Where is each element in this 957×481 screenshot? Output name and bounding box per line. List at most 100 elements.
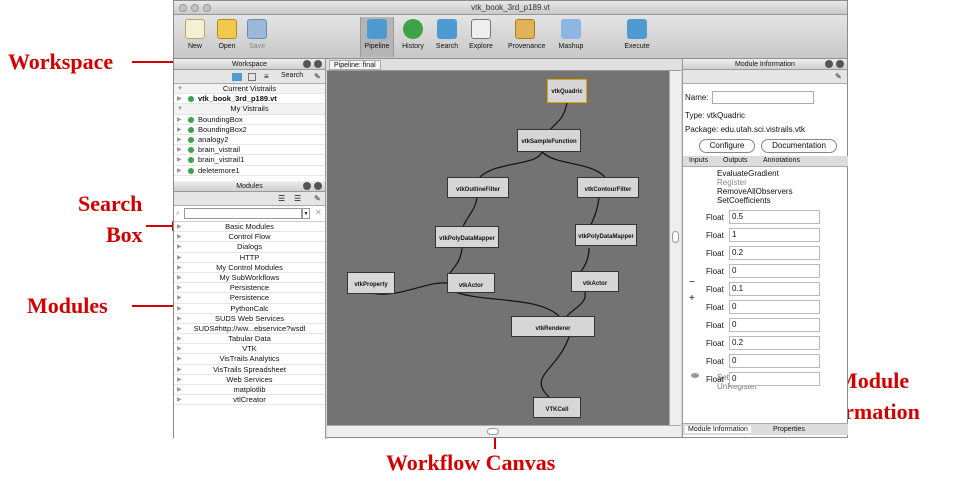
configure-button[interactable]: Configure [699,139,755,153]
canvas-horizontal-scrollbar[interactable] [327,425,681,437]
search-dropdown-icon[interactable]: ▼ [302,208,310,219]
module-package-item[interactable]: ▶ Tabular Data [174,334,325,345]
tab-inputs[interactable]: Inputs [689,157,708,164]
disclosure-triangle-icon[interactable]: ▼ [177,84,183,94]
node-vtkquadric[interactable]: vtkQuadric [547,79,587,103]
workflow-canvas[interactable]: vtkQuadric vtkSampleFunction vtkOutlineF… [327,71,669,425]
module-package-item[interactable]: ▶ Dialogs [174,242,325,253]
close-panel-icon[interactable] [836,60,844,68]
node-vtkcontourfilter[interactable]: vtkContourFilter [577,177,639,198]
float-panel-icon[interactable] [303,60,311,68]
workspace-item[interactable]: ▶ deletemore1 [174,166,325,176]
float-value-input[interactable]: 0 [729,300,820,314]
node-vtkoutlinefilter[interactable]: vtkOutlineFilter [447,177,509,198]
pipeline-button[interactable]: Pipeline [360,17,394,57]
disclosure-triangle-icon[interactable]: ▶ [177,344,182,354]
module-package-item[interactable]: ▶ Web Services [174,375,325,385]
workspace-item[interactable]: ▶ analogy2 [174,135,325,146]
disclosure-triangle-icon[interactable]: ▶ [177,385,182,395]
execute-button[interactable]: Execute [620,19,654,50]
disclosure-triangle-icon[interactable]: ▶ [177,166,182,176]
float-value-input[interactable]: 0 [729,318,820,332]
history-button[interactable]: History [396,19,430,50]
method-setcoefficients[interactable]: SetCoefficients [717,196,793,205]
remove-parameter-button[interactable]: − [689,277,695,288]
module-package-item[interactable]: ▶ HTTP [174,253,325,263]
workspace-item[interactable]: ▶ vtk_book_3rd_p189.vt [174,94,325,105]
module-package-item[interactable]: ▶ SUDS#http://ww...ebservice?wsdl [174,324,325,335]
pin-icon[interactable]: ✎ [314,194,321,203]
workspace-item[interactable]: ▶ brain_vistrail1 [174,155,325,166]
new-button[interactable]: New [178,19,212,50]
node-vtkpolydatamapper-2[interactable]: vtkPolyDataMapper [575,224,637,246]
disclosure-triangle-icon[interactable]: ▶ [177,125,182,135]
node-vtkpolydatamapper-1[interactable]: vtkPolyDataMapper [435,226,499,248]
mashup-button[interactable]: Mashup [554,19,588,50]
pin-icon[interactable]: ✎ [314,72,321,81]
module-package-item[interactable]: ▶ My SubWorkflows [174,273,325,284]
node-vtkproperty[interactable]: vtkProperty [347,272,395,294]
disclosure-triangle-icon[interactable]: ▶ [177,375,182,385]
disclosure-triangle-icon[interactable]: ▶ [177,304,182,314]
disclosure-triangle-icon[interactable]: ▶ [177,273,182,283]
node-vtkcell[interactable]: VTKCell [533,397,581,418]
module-package-item[interactable]: ▶ Basic Modules [174,222,325,233]
save-button[interactable]: Save [240,19,274,50]
documentation-button[interactable]: Documentation [761,139,837,153]
float-value-input[interactable]: 0 [729,264,820,278]
float-value-input[interactable]: 1 [729,228,820,242]
node-vtkactor-1[interactable]: vtkActor [447,273,495,293]
float-value-input[interactable]: 0.1 [729,282,820,296]
vertical-scroll-thumb[interactable] [672,231,679,243]
node-vtkrenderer[interactable]: vtkRenderer [511,316,595,337]
float-value-input[interactable]: 0 [729,372,820,386]
explore-button[interactable]: Explore [464,19,498,50]
workspace-item[interactable]: ▶ brain_vistrail [174,145,325,156]
open-button[interactable]: Open [210,19,244,50]
provenance-button[interactable]: Provenance [508,19,545,50]
disclosure-triangle-icon[interactable]: ▶ [177,263,182,273]
workspace-group-header[interactable]: ▼ My Vistrails [174,104,325,115]
float-value-input[interactable]: 0.2 [729,336,820,350]
float-value-input[interactable]: 0 [729,354,820,368]
disclosure-triangle-icon[interactable]: ▶ [177,242,182,252]
module-package-item[interactable]: ▶ Persistence [174,293,325,304]
float-value-input[interactable]: 0.2 [729,246,820,260]
disclosure-triangle-icon[interactable]: ▶ [177,145,182,155]
tab-properties[interactable]: Properties [773,426,805,433]
disclosure-triangle-icon[interactable]: ▶ [177,135,182,145]
disclosure-triangle-icon[interactable]: ▶ [177,94,182,104]
module-search-input[interactable] [184,208,302,219]
module-package-item[interactable]: ▶ VisTrails Analytics [174,354,325,365]
module-package-item[interactable]: ▶ Control Flow [174,232,325,243]
disclosure-triangle-icon[interactable]: ▶ [177,232,182,242]
module-package-item[interactable]: ▶ VisTrails Spreadsheet [174,365,325,375]
tab-outputs[interactable]: Outputs [723,157,748,164]
workspace-search-button[interactable]: Search [281,72,303,79]
disclosure-triangle-icon[interactable]: ▶ [177,365,182,375]
disclosure-triangle-icon[interactable]: ▶ [177,293,182,303]
canvas-vertical-scrollbar[interactable] [669,71,681,425]
disclosure-triangle-icon[interactable]: ▶ [177,115,182,125]
disclosure-triangle-icon[interactable]: ▶ [177,222,182,232]
module-package-item[interactable]: ▶ My Control Modules [174,263,325,273]
collapse-all-icon[interactable]: ☰ [294,194,301,203]
pin-icon[interactable]: ✎ [835,72,842,81]
method-evaluategradient[interactable]: EvaluateGradient [717,169,793,178]
node-vtkactor-2[interactable]: vtkActor [571,271,619,292]
disclosure-triangle-icon[interactable]: ▶ [177,314,182,324]
clear-search-icon[interactable]: ✕ [315,208,322,217]
disclosure-triangle-icon[interactable]: ▶ [177,155,182,165]
module-name-input[interactable] [712,91,814,104]
disclosure-triangle-icon[interactable]: ▼ [177,104,183,114]
disclosure-triangle-icon[interactable]: ▶ [177,324,182,334]
workspace-item[interactable]: ▶ BoundingBox [174,115,325,125]
float-value-input[interactable]: 0.5 [729,210,820,224]
close-panel-icon[interactable] [314,182,322,190]
filter-icon[interactable]: ≡ [264,72,269,81]
method-removeallobservers[interactable]: RemoveAllObservers [717,187,793,196]
float-panel-icon[interactable] [303,182,311,190]
horizontal-scroll-thumb[interactable] [487,428,499,435]
search-button[interactable]: Search [430,19,464,50]
eye-icon[interactable] [691,373,699,378]
